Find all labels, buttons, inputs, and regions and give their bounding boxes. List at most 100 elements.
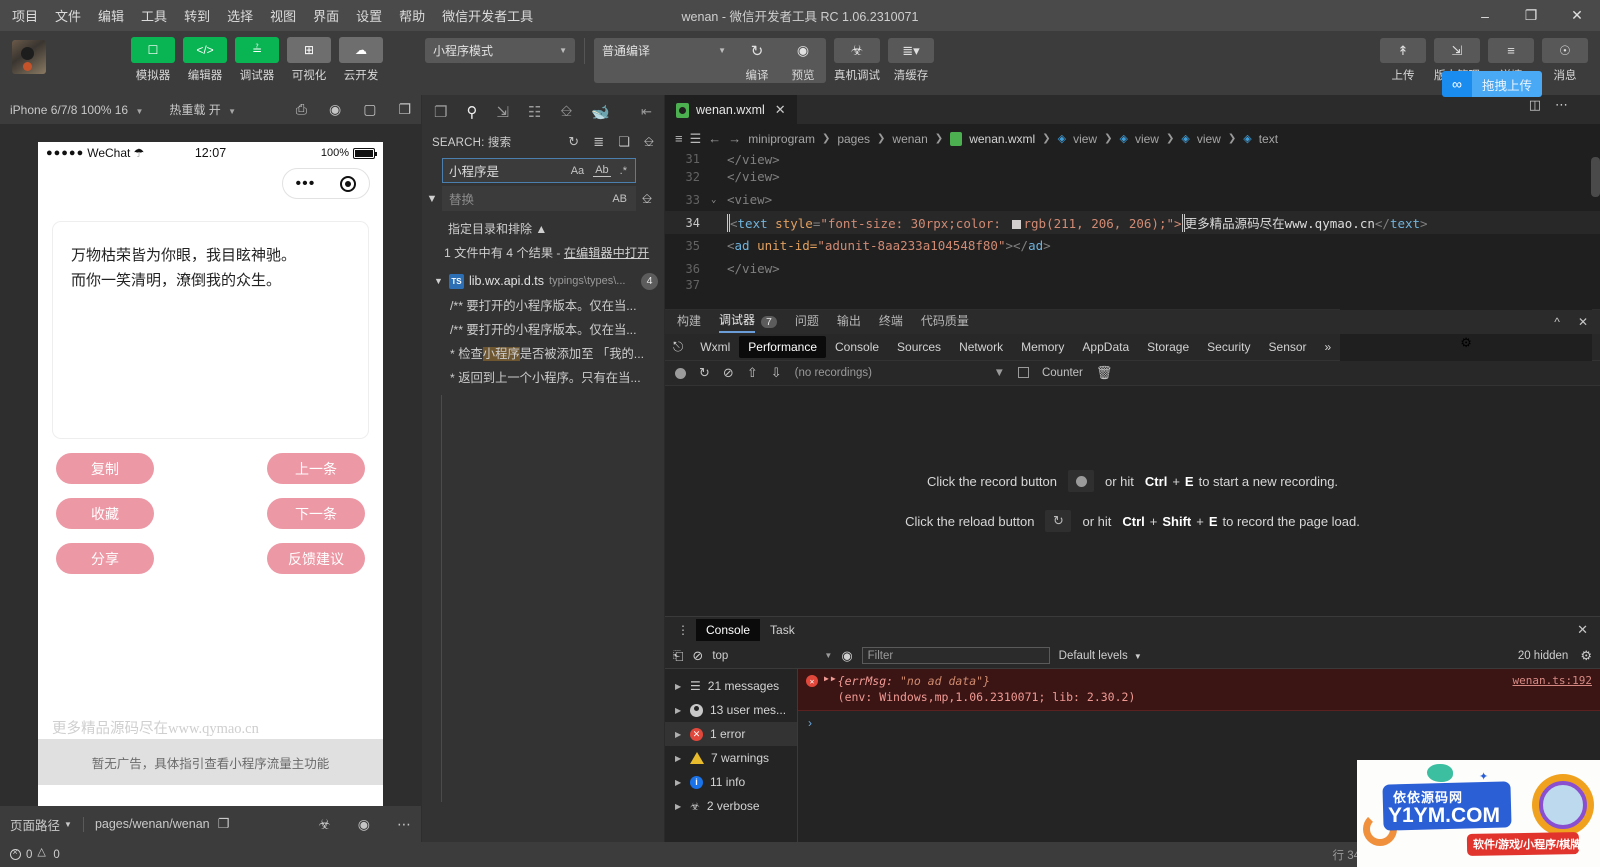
breadcrumb-view-3[interactable]: view: [1197, 132, 1221, 146]
close-capsule-icon[interactable]: [340, 175, 357, 192]
sidebar-item-info[interactable]: ▶ i 11 info: [665, 770, 797, 794]
breadcrumb-text[interactable]: text: [1259, 132, 1278, 146]
menu-item-select[interactable]: 选择: [227, 6, 253, 25]
menu-item-tools[interactable]: 工具: [141, 6, 167, 25]
tab-debugger[interactable]: 调试器: [719, 311, 756, 333]
result-match-row[interactable]: * 检查小程序是否被添加至 「我的...: [422, 338, 664, 362]
forward-icon[interactable]: →: [728, 131, 741, 146]
wechat-capsule[interactable]: •••: [282, 168, 370, 199]
mode-select[interactable]: 小程序模式 ▼: [425, 38, 575, 63]
eye-icon[interactable]: ◉: [358, 816, 370, 833]
record-icon[interactable]: [675, 367, 686, 379]
sidebar-item-messages[interactable]: ▶ ☰ 21 messages: [665, 674, 797, 698]
back-icon[interactable]: ←: [708, 131, 721, 146]
clear-console-icon[interactable]: ⊘: [692, 648, 703, 664]
result-match-row[interactable]: /** 要打开的小程序版本。仅在当...: [422, 290, 664, 314]
record-icon[interactable]: [1068, 470, 1095, 492]
drawer-tab-task[interactable]: Task: [760, 619, 805, 641]
breadcrumb-view-1[interactable]: view: [1073, 132, 1097, 146]
menu-item-interface[interactable]: 界面: [313, 6, 339, 25]
sidebar-icon[interactable]: ⎗: [673, 648, 683, 664]
trash-icon[interactable]: 🗑: [1096, 365, 1113, 381]
sidebar-item-warnings[interactable]: ▶ 7 warnings: [665, 746, 797, 770]
compile-button[interactable]: ↻ 编译: [734, 38, 780, 83]
docker-icon[interactable]: 🐋: [591, 103, 610, 121]
menu-item-file[interactable]: 文件: [55, 6, 81, 25]
refresh-icon[interactable]: ↻: [568, 134, 579, 150]
eye-icon[interactable]: ◉: [841, 648, 852, 664]
more-icon[interactable]: ⋯: [397, 816, 411, 833]
bookmark-icon[interactable]: ☰: [690, 131, 702, 147]
panel-tab-appdata[interactable]: AppData: [1073, 336, 1138, 358]
sidebar-item-user-messages[interactable]: ▶ 13 user mes...: [665, 698, 797, 722]
messages-button[interactable]: ☉ 消息: [1542, 38, 1588, 83]
copy-icon[interactable]: ❐: [218, 816, 230, 832]
search-input[interactable]: 小程序是 Aa Ab .*: [442, 158, 636, 183]
menu-item-wechat-devtools[interactable]: 微信开发者工具: [442, 6, 533, 25]
clear-icon[interactable]: ≣: [593, 134, 604, 150]
drag-upload-pill[interactable]: ∞ 拖拽上传: [1441, 71, 1542, 97]
replace-all-icon[interactable]: ⎒: [636, 191, 658, 207]
menu-item-project[interactable]: 项目: [12, 6, 38, 25]
copy-button[interactable]: 复制: [56, 453, 154, 484]
close-icon[interactable]: ✕: [1577, 622, 1594, 638]
previous-button[interactable]: 上一条: [267, 453, 365, 484]
mode-visual[interactable]: ⊞ 可视化: [287, 37, 331, 83]
mode-simulator[interactable]: ☐ 模拟器: [131, 37, 175, 83]
window-icon[interactable]: ❐: [398, 101, 411, 118]
console-context-select[interactable]: top ▼: [712, 650, 832, 662]
result-match-row[interactable]: /** 要打开的小程序版本。仅在当...: [422, 314, 664, 338]
panel-tab-console[interactable]: Console: [826, 336, 888, 358]
menu-item-goto[interactable]: 转到: [184, 6, 210, 25]
favorite-button[interactable]: 收藏: [56, 498, 154, 529]
include-exclude-toggle[interactable]: 指定目录和排除 ▲: [422, 211, 664, 237]
panel-tab-storage[interactable]: Storage: [1138, 336, 1198, 358]
share-button[interactable]: 分享: [56, 543, 154, 574]
panel-tab-security[interactable]: Security: [1198, 336, 1259, 358]
chevron-down-icon[interactable]: ▼: [422, 193, 442, 205]
record-icon[interactable]: ◉: [329, 101, 341, 118]
search-icon[interactable]: ⚲: [466, 103, 477, 121]
minimize-button[interactable]: –: [1462, 0, 1508, 31]
editor-scrollbar[interactable]: [1591, 157, 1600, 197]
upload-profile-icon[interactable]: ⇧: [747, 365, 758, 381]
more-icon[interactable]: ⋯: [1555, 97, 1570, 113]
breadcrumb-miniprogram[interactable]: miniprogram: [748, 132, 815, 146]
save-icon[interactable]: ⎒: [560, 103, 572, 120]
refresh-icon[interactable]: ⎙: [296, 101, 307, 118]
maximize-button[interactable]: ❐: [1508, 0, 1554, 31]
breadcrumb-pages[interactable]: pages: [837, 132, 870, 146]
clear-cache-button[interactable]: ≣▾ 清缓存: [888, 38, 934, 83]
replace-input[interactable]: 替换 AB: [442, 186, 636, 211]
console-levels-select[interactable]: Default levels ▼: [1059, 650, 1142, 662]
expand-icon[interactable]: ▶: [831, 674, 836, 704]
menu-item-edit[interactable]: 编辑: [98, 6, 124, 25]
chevron-down-icon[interactable]: ▼: [434, 276, 444, 286]
hot-reload-select[interactable]: 热重载 开 ▼: [169, 101, 236, 118]
inspect-element-icon[interactable]: ⎋: [673, 339, 683, 355]
tab-terminal[interactable]: 终端: [879, 312, 903, 332]
tab-code-quality[interactable]: 代码质量: [921, 312, 969, 332]
collapse-icon[interactable]: ⇤: [641, 104, 652, 120]
status-problems[interactable]: 0 0: [0, 845, 60, 861]
tab-output[interactable]: 输出: [837, 312, 861, 332]
panel-tab-network[interactable]: Network: [950, 336, 1012, 358]
source-control-icon[interactable]: ⇲: [496, 103, 509, 121]
match-word-icon[interactable]: Ab: [593, 164, 611, 177]
page-path-label[interactable]: 页面路径: [10, 815, 60, 834]
panel-tab-sensor[interactable]: Sensor: [1260, 336, 1316, 358]
fold-indicator[interactable]: ⌄: [711, 195, 727, 205]
mode-cloud[interactable]: ☁ 云开发: [339, 37, 383, 83]
console-error-entry[interactable]: ✕ ▶ ▶ {errMsg: "no ad data"} (env: Windo…: [798, 669, 1600, 711]
upload-button[interactable]: ↟ 上传: [1380, 38, 1426, 83]
outline-icon[interactable]: ≡: [675, 131, 683, 146]
menu-item-settings[interactable]: 设置: [356, 6, 382, 25]
more-vertical-icon[interactable]: ⋮: [671, 623, 696, 637]
result-file-row[interactable]: ▼ TS lib.wx.api.d.ts typings\types\... 4: [422, 263, 664, 290]
match-case-icon[interactable]: Aa: [569, 165, 586, 177]
rotate-icon[interactable]: ▢: [363, 101, 376, 118]
tab-problems[interactable]: 问题: [795, 312, 819, 332]
reload-icon[interactable]: ↻: [699, 365, 710, 381]
preview-button[interactable]: ◉ 预览: [780, 38, 826, 83]
breadcrumb-wenan[interactable]: wenan: [892, 132, 927, 146]
